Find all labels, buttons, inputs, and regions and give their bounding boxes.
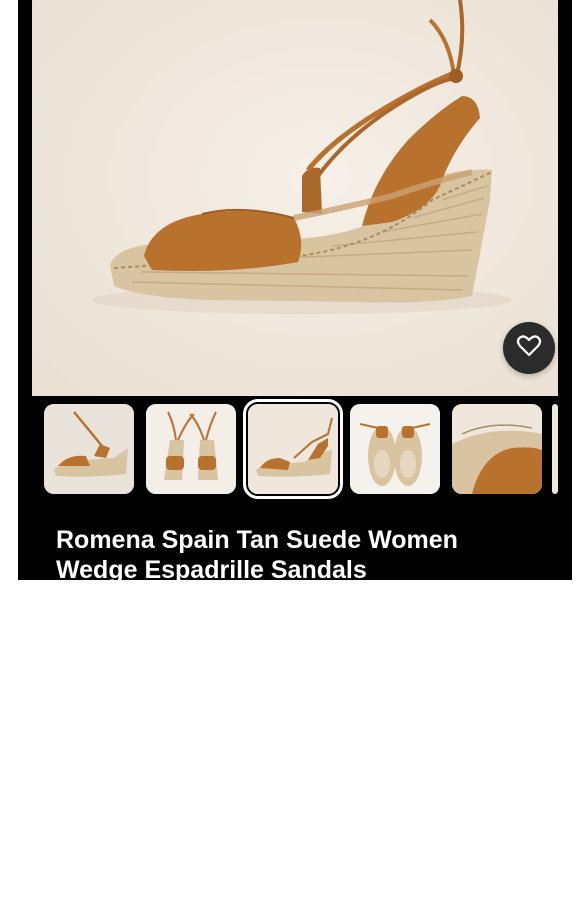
left-edge [18, 0, 32, 580]
thumbnail-6-partial[interactable] [552, 404, 558, 494]
favorite-button[interactable] [503, 322, 555, 374]
thumbnail-2[interactable] [146, 404, 236, 494]
right-edge [558, 0, 572, 580]
heart-icon [516, 334, 542, 363]
main-product-image[interactable] [32, 0, 558, 396]
product-title: Romena Spain Tan Suede Women Wedge Espad… [56, 526, 458, 584]
thumbnail-3[interactable] [243, 399, 343, 499]
thumbnail-4[interactable] [350, 404, 440, 494]
thumbnail-1[interactable] [44, 404, 134, 494]
pointer-cursor-icon [354, 884, 368, 905]
listing-frame: Romena Spain Tan Suede Women Wedge Espad… [0, 0, 580, 900]
thumbnail-5[interactable] [452, 404, 542, 494]
